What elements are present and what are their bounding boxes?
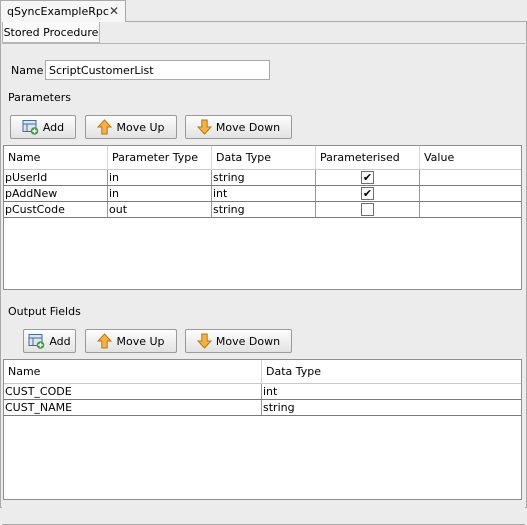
parameters-add-label: Add bbox=[42, 120, 65, 134]
output-move-up-button[interactable]: Move Up bbox=[85, 329, 177, 353]
add-table-icon bbox=[28, 333, 45, 349]
tab-stored-procedure[interactable]: Stored Procedure bbox=[2, 22, 100, 43]
editor-tab[interactable]: qSyncExampleRpc ✕ bbox=[0, 0, 126, 22]
parameters-move-down-label: Move Down bbox=[215, 120, 281, 134]
parameters-move-up-label: Move Up bbox=[116, 120, 165, 134]
output-move-up-label: Move Up bbox=[116, 334, 165, 348]
parameters-table: Name Parameter Type Data Type Parameteri… bbox=[3, 145, 522, 290]
close-icon[interactable]: ✕ bbox=[109, 4, 119, 18]
arrow-up-icon bbox=[97, 119, 113, 135]
param-data-type-cell[interactable]: int bbox=[212, 186, 316, 201]
output-move-down-button[interactable]: Move Down bbox=[185, 329, 292, 353]
output-name-cell[interactable]: CUST_CODE bbox=[4, 384, 262, 399]
output-data-type-cell[interactable]: string bbox=[262, 400, 523, 415]
arrow-down-icon bbox=[196, 119, 212, 135]
parameters-table-header: Name Parameter Type Data Type Parameteri… bbox=[4, 146, 521, 170]
param-name-cell[interactable]: pUserId bbox=[4, 170, 108, 185]
column-header-parameter-type[interactable]: Parameter Type bbox=[108, 146, 212, 170]
arrow-up-icon bbox=[97, 333, 113, 349]
param-data-type-cell[interactable]: string bbox=[212, 202, 316, 217]
editor-tab-title: qSyncExampleRpc bbox=[7, 5, 109, 18]
output-add-button[interactable]: Add bbox=[23, 329, 76, 353]
param-name-cell[interactable]: pAddNew bbox=[4, 186, 108, 201]
column-header-parameterised[interactable]: Parameterised bbox=[316, 146, 420, 170]
output-move-down-label: Move Down bbox=[215, 334, 281, 348]
output-fields-table-header: Name Data Type bbox=[4, 360, 521, 384]
param-data-type-cell[interactable]: string bbox=[212, 170, 316, 185]
tab-stored-procedure-label: Stored Procedure bbox=[3, 25, 99, 39]
parameters-add-button[interactable]: Add bbox=[10, 115, 76, 139]
name-input[interactable] bbox=[45, 60, 270, 80]
table-row[interactable]: CUST_CODE int bbox=[4, 384, 521, 400]
param-type-cell[interactable]: out bbox=[108, 202, 212, 217]
output-data-type-cell[interactable]: int bbox=[262, 384, 523, 399]
table-row[interactable]: pCustCode out string bbox=[4, 202, 521, 218]
arrow-down-icon bbox=[196, 333, 212, 349]
table-row[interactable]: pUserId in string ✔ bbox=[4, 170, 521, 186]
param-value-cell[interactable] bbox=[420, 186, 523, 201]
name-label: Name bbox=[11, 64, 44, 77]
column-header-name[interactable]: Name bbox=[4, 360, 262, 384]
param-value-cell[interactable] bbox=[420, 170, 523, 185]
table-row[interactable]: CUST_NAME string bbox=[4, 400, 521, 416]
output-add-label: Add bbox=[49, 334, 71, 348]
column-header-value[interactable]: Value bbox=[420, 146, 523, 170]
param-name-cell[interactable]: pCustCode bbox=[4, 202, 108, 217]
output-fields-table: Name Data Type CUST_CODE int CUST_NAME s… bbox=[3, 359, 522, 500]
param-parameterised-cell: ✔ bbox=[316, 186, 420, 201]
parameterised-checkbox[interactable]: ✔ bbox=[361, 171, 374, 184]
column-header-name[interactable]: Name bbox=[4, 146, 108, 170]
add-table-icon bbox=[22, 119, 39, 135]
column-header-data-type[interactable]: Data Type bbox=[262, 360, 523, 384]
output-name-cell[interactable]: CUST_NAME bbox=[4, 400, 262, 415]
output-fields-label: Output Fields bbox=[8, 305, 81, 318]
parameterised-checkbox[interactable]: ✔ bbox=[361, 187, 374, 200]
param-type-cell[interactable]: in bbox=[108, 186, 212, 201]
table-row[interactable]: pAddNew in int ✔ bbox=[4, 186, 521, 202]
param-type-cell[interactable]: in bbox=[108, 170, 212, 185]
param-parameterised-cell: ✔ bbox=[316, 170, 420, 185]
param-parameterised-cell bbox=[316, 202, 420, 217]
parameters-label: Parameters bbox=[8, 91, 71, 104]
parameters-move-up-button[interactable]: Move Up bbox=[85, 115, 177, 139]
parameters-move-down-button[interactable]: Move Down bbox=[185, 115, 292, 139]
column-header-data-type[interactable]: Data Type bbox=[212, 146, 316, 170]
param-value-cell[interactable] bbox=[420, 202, 523, 217]
parameterised-checkbox[interactable] bbox=[361, 203, 374, 216]
